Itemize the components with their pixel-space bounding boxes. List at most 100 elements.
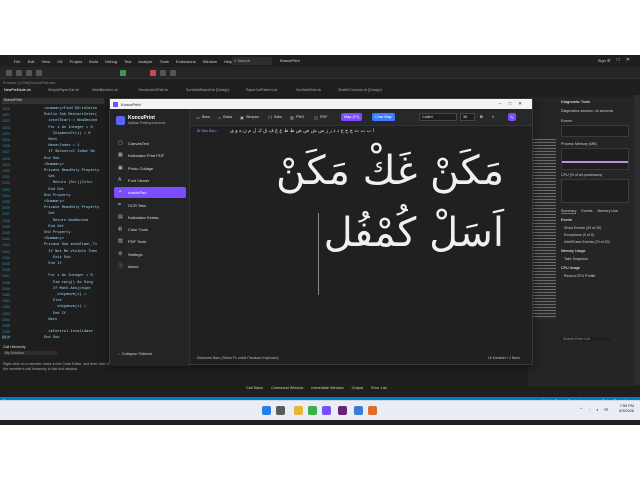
toolbar-icon[interactable] [160, 70, 166, 76]
doc-tab[interactable]: SimplePaperCal.vb [48, 88, 79, 92]
toolbar-icon[interactable] [36, 70, 42, 76]
record-cpu-profile-button[interactable]: Record CPU Profile [564, 274, 595, 278]
sidebar-item-arabicpad[interactable]: ✦ ArabicPad [114, 187, 186, 199]
my-solution-select[interactable]: My Solution [3, 351, 57, 355]
sidebar-item-ocr-teks[interactable]: ⌗ OCR Teks [114, 200, 186, 211]
cpu-usage-header: CPU Usage [561, 266, 580, 270]
doc-tab[interactable]: PaperCalPattern.vb [246, 88, 277, 92]
copy-button[interactable]: ❐ Salin [268, 113, 282, 121]
visual-studio-icon[interactable] [338, 406, 347, 415]
menu-debug[interactable]: Debug [105, 59, 117, 64]
menu-window[interactable]: Window [203, 59, 217, 64]
sidebar-item-pdf-tools[interactable]: ▧ PDF Tools [114, 236, 186, 247]
menu-view[interactable]: View [42, 59, 51, 64]
doc-tab[interactable]: SortAddrSwf.vb [296, 88, 321, 92]
sidebar-item-font-viewer[interactable]: A Font Viewer [114, 175, 186, 186]
code-line: <Summary> [44, 237, 64, 242]
menu-git[interactable]: Git [57, 59, 62, 64]
vs-search-box[interactable]: ⌕ Search [232, 57, 272, 65]
tab-summary[interactable]: Summary [561, 209, 577, 214]
app-icon[interactable] [322, 406, 331, 415]
sidebar-item-label: Photo Collage [128, 165, 154, 171]
vs-menubar: File Edit View Git Project Build Debug T… [0, 55, 640, 67]
menu-analyze[interactable]: Analyze [138, 59, 152, 64]
sidebar-item-label: PDF Tools [128, 239, 147, 245]
doc-tab[interactable]: ViewBacnbm.vb [92, 88, 118, 92]
vs-document-tabs: Process: [13196] KoncoPrint.exe NewPreMo… [0, 79, 640, 93]
arabic-text-canvas[interactable]: مَكَنْ غَكْ مَكَنْ اَسَلْ كُمْفُل [190, 136, 532, 348]
menu-project[interactable]: Project [70, 59, 82, 64]
canvas-icon: ▢ [118, 140, 123, 146]
menu-test[interactable]: Test [124, 59, 131, 64]
font-size-select[interactable]: 36 [460, 113, 475, 121]
search-icon[interactable] [276, 406, 285, 415]
png-button[interactable]: ▨ PNG [290, 113, 304, 121]
tab-memory[interactable]: Memory Usa [597, 209, 617, 214]
file-explorer-icon[interactable] [294, 406, 303, 415]
show-events-link[interactable]: Show Events (20 of 20) [564, 226, 601, 230]
code-line: Return (Str)(Color [44, 181, 93, 186]
menu-build[interactable]: Build [89, 59, 98, 64]
pdf-button[interactable]: ◳ PDF [314, 113, 328, 121]
code-line: End If [44, 311, 67, 316]
chrome-icon[interactable] [308, 406, 317, 415]
doc-tab[interactable]: SortAddrBacrdl.vb [Design] [186, 88, 229, 92]
new-button[interactable]: ▭ Baru [196, 113, 210, 121]
sidebar-item-canvastext[interactable]: ▢ CanvasText [114, 138, 186, 149]
menu-extensions[interactable]: Extensions [176, 59, 196, 64]
koncoprint-doc-tab[interactable]: KoncoPrint [2, 98, 104, 104]
map-button[interactable]: Map (F1) [341, 113, 363, 121]
tab-error-list[interactable]: Error List [371, 386, 386, 390]
code-minimap[interactable] [530, 139, 556, 319]
font-select[interactable]: Calibri [419, 113, 457, 121]
stop-icon[interactable] [150, 70, 156, 76]
cpu-graph [561, 179, 629, 203]
tab-events[interactable]: Events [581, 209, 592, 214]
tab-call-stack[interactable]: Call Stack [246, 386, 263, 390]
line-number: 1028 [2, 156, 10, 161]
open-button[interactable]: ▱ Buka [218, 113, 232, 121]
toolbar-icon[interactable] [16, 70, 22, 76]
sidebar-item-photo-collage[interactable]: ▣ Photo Collage [114, 163, 186, 174]
menu-edit[interactable]: Edit [28, 59, 35, 64]
collapse-sidebar-button[interactable]: ‹ Collapse Sidebar [118, 351, 152, 356]
edit-button[interactable]: ✎ [508, 113, 516, 121]
exceptions-link[interactable]: Exceptions (0 of 0) [564, 233, 594, 237]
sidebar-item-kalkulator-print-pdf[interactable]: ▦ Kalkulator Print PDF [114, 150, 186, 161]
menu-file[interactable]: File [14, 59, 20, 64]
system-clock[interactable]: 7:59 PM 6/3/2026 [619, 404, 634, 414]
sidebar-item-settings[interactable]: ⚙ Settings [114, 249, 186, 260]
menu-tools[interactable]: Tools [160, 59, 169, 64]
save-button[interactable]: ▣ Simpan [240, 113, 259, 121]
search-error-list[interactable]: Search Error List [561, 337, 611, 341]
toolbar-icon[interactable] [6, 70, 12, 76]
code-line: Else [44, 299, 62, 304]
take-snapshot-button[interactable]: Take Snapshot [564, 257, 588, 261]
app-icon[interactable] [368, 406, 377, 415]
arabic-glyph-strip[interactable]: ا ب ت ث ج ح خ د ذ ر ز س ش ص ض ط ظ ع غ ف … [230, 128, 374, 134]
start-icon[interactable] [262, 406, 271, 415]
new-project-link[interactable]: ⊞ Teks Baru [197, 129, 216, 133]
code-line: Private Sub animTimer_Ti [44, 243, 98, 248]
zoom-level[interactable]: 85 % [2, 335, 10, 339]
vs-window-controls[interactable]: –□✕ [608, 57, 636, 63]
toolbar-icon[interactable] [170, 70, 176, 76]
window-controls[interactable]: –□✕ [499, 101, 529, 107]
sidebar-item-kalkulator-kertas[interactable]: ▤ Kalkulator Kertas [114, 212, 186, 223]
sidebar-item-color-tools[interactable]: ◍ Color Tools [114, 224, 186, 235]
doc-tab[interactable]: ShaffleControls.vb [Design] [338, 88, 381, 92]
tab-command-window[interactable]: Command Window [271, 386, 303, 390]
doc-tab[interactable]: NewPreMode.vb [4, 88, 31, 92]
continue-icon[interactable] [120, 70, 126, 76]
tray-icons[interactable]: ⌃ ◌ ◐ ✉ [579, 407, 610, 413]
app-icon[interactable] [354, 406, 363, 415]
doc-tab[interactable]: ViewUndoOPatt.vb [138, 88, 168, 92]
tab-output[interactable]: Output [352, 386, 363, 390]
sidebar-item-about[interactable]: ⓘ About [114, 261, 186, 272]
tab-immediate-window[interactable]: Immediate Window [311, 386, 343, 390]
bold-button[interactable]: B [480, 113, 483, 121]
toolbar-icon[interactable] [26, 70, 32, 76]
intellitrace-link[interactable]: IntelliTrace Events (20 of 20) [564, 240, 610, 244]
char-map-button[interactable]: Char Map [372, 113, 395, 121]
align-button[interactable]: ≡ [492, 113, 494, 121]
